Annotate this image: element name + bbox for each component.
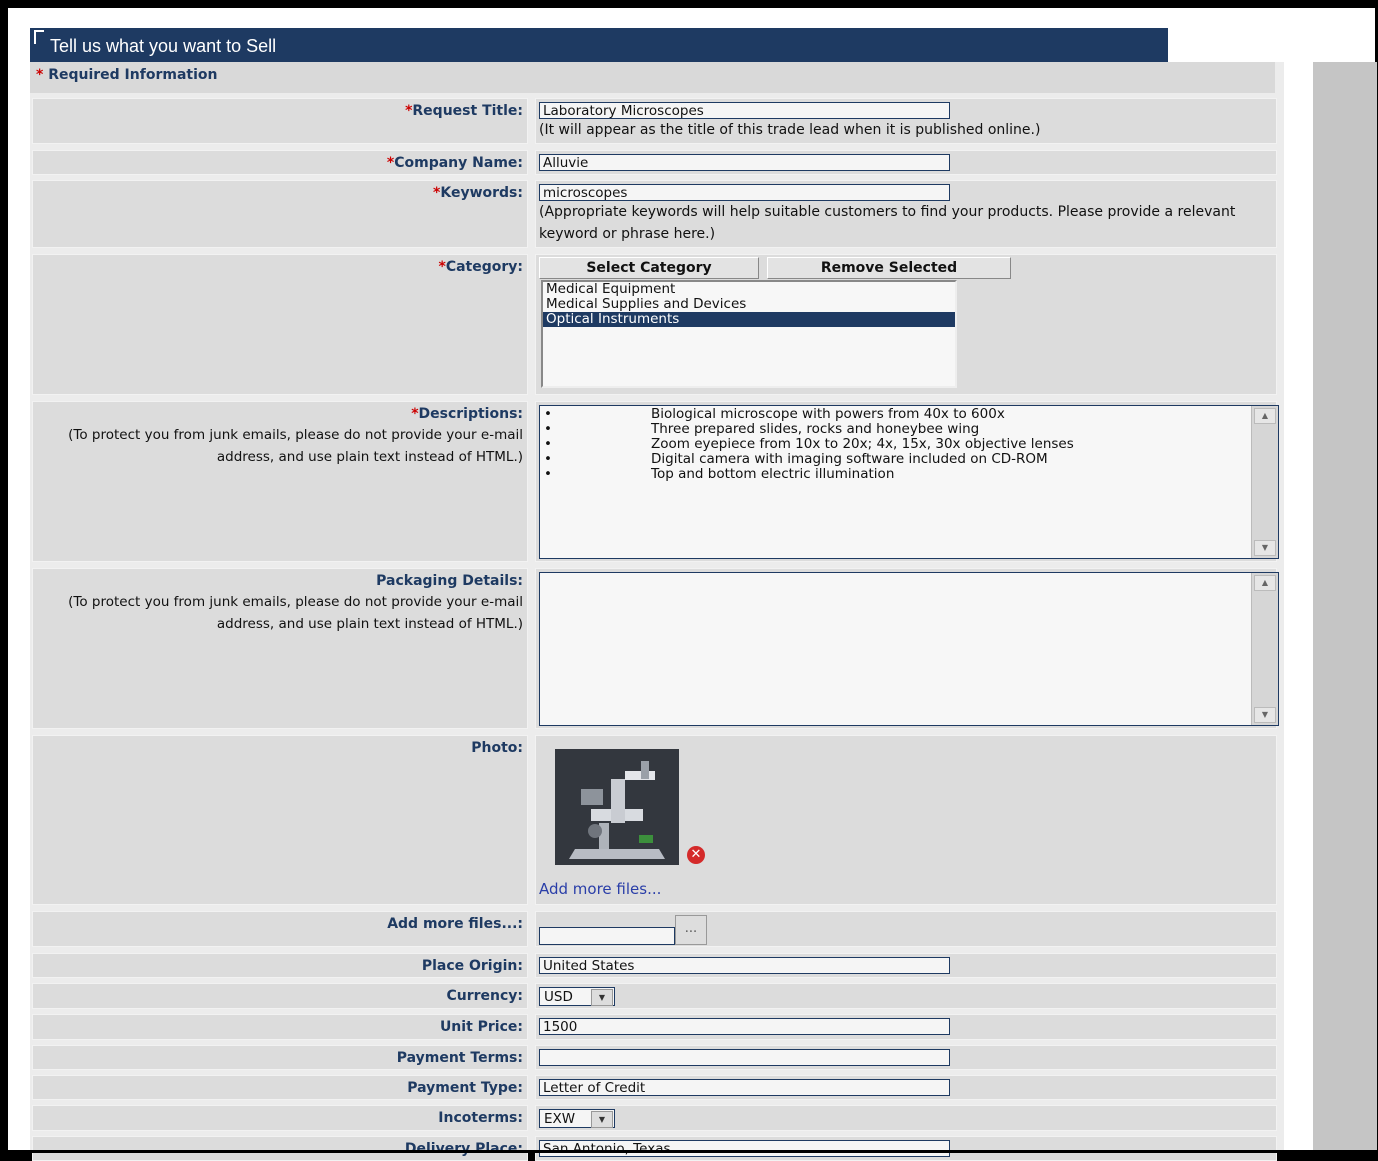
unit-price-input[interactable]: 1500 — [539, 1018, 950, 1035]
request-title-label: *Request Title: — [32, 98, 528, 144]
payment-type-label: Payment Type: — [32, 1075, 528, 1100]
file-path-input[interactable] — [539, 927, 675, 945]
place-origin-cell: United States — [535, 953, 1277, 978]
unit-price-cell: 1500 — [535, 1014, 1277, 1040]
packaging-scrollbar[interactable]: ▲ ▼ — [1251, 573, 1278, 725]
right-gutter — [1313, 62, 1377, 1152]
descriptions-note: (To protect you from junk emails, please… — [68, 427, 523, 465]
category-option[interactable]: Medical Supplies and Devices — [543, 297, 955, 312]
category-option-selected[interactable]: Optical Instruments — [543, 312, 955, 327]
company-name-label: *Company Name: — [32, 150, 528, 175]
packaging-note: (To protect you from junk emails, please… — [68, 594, 523, 632]
required-info-note: * Required Information — [30, 62, 1275, 93]
delivery-place-label: Delivery Place: — [32, 1136, 528, 1161]
sell-form: * Required Information *Request Title: L… — [30, 62, 1284, 1161]
microscope-photo — [555, 749, 679, 865]
keywords-input[interactable]: microscopes — [539, 184, 950, 201]
descriptions-label: *Descriptions: (To protect you from junk… — [32, 401, 528, 562]
unit-price-label: Unit Price: — [32, 1014, 528, 1040]
company-name-cell: Alluvie — [535, 150, 1277, 175]
browse-button[interactable]: ... — [675, 915, 707, 945]
descriptions-cell: • Biological microscope with powers from … — [535, 401, 1279, 562]
currency-label: Currency: — [32, 983, 528, 1009]
category-cell: Select Category Remove Selected Medical … — [535, 254, 1277, 395]
place-origin-input[interactable]: United States — [539, 957, 950, 974]
header-corner-decoration — [34, 30, 44, 44]
photo-cell: ✕ Add more files... — [535, 735, 1277, 905]
description-line: • Top and bottom electric illumination — [544, 466, 895, 482]
form-header: Tell us what you want to Sell — [30, 28, 1168, 63]
place-origin-label: Place Origin: — [32, 953, 528, 978]
scroll-down-arrow-icon[interactable]: ▼ — [1254, 540, 1276, 556]
description-line: • Digital camera with imaging software in… — [544, 451, 1048, 467]
keywords-cell: microscopes (Appropriate keywords will h… — [535, 180, 1277, 248]
request-title-cell: Laboratory Microscopes (It will appear a… — [535, 98, 1277, 144]
remove-selected-button[interactable]: Remove Selected — [767, 257, 1011, 279]
add-files-cell: ... — [535, 911, 1277, 947]
payment-type-input[interactable]: Letter of Credit — [539, 1079, 950, 1096]
descriptions-scrollbar[interactable]: ▲ ▼ — [1251, 406, 1278, 558]
description-line: • Zoom eyepiece from 10x to 20x; 4x, 15x,… — [544, 436, 1074, 452]
delivery-place-input[interactable]: San Antonio, Texas — [539, 1140, 950, 1157]
add-files-label: Add more files...: — [32, 911, 528, 947]
request-title-input[interactable]: Laboratory Microscopes — [539, 102, 950, 119]
request-title-hint: (It will appear as the title of this tra… — [539, 122, 1041, 138]
category-option[interactable]: Medical Equipment — [543, 282, 955, 297]
delivery-place-cell: San Antonio, Texas — [535, 1136, 1277, 1161]
category-listbox[interactable]: Medical Equipment Medical Supplies and D… — [541, 280, 957, 388]
photo-label: Photo: — [32, 735, 528, 905]
payment-terms-cell — [535, 1045, 1277, 1070]
payment-type-cell: Letter of Credit — [535, 1075, 1277, 1100]
incoterms-label: Incoterms: — [32, 1105, 528, 1131]
payment-terms-label: Payment Terms: — [32, 1045, 528, 1070]
packaging-label: Packaging Details: (To protect you from … — [32, 568, 528, 729]
scroll-up-arrow-icon[interactable]: ▲ — [1254, 408, 1276, 424]
add-more-files-link[interactable]: Add more files... — [539, 880, 661, 898]
currency-select[interactable]: USD ▼ — [539, 987, 615, 1006]
keywords-label: *Keywords: — [32, 180, 528, 248]
keywords-hint: (Appropriate keywords will help suitable… — [539, 204, 1236, 242]
description-line: • Biological microscope with powers from … — [544, 406, 1005, 422]
incoterms-select[interactable]: EXW ▼ — [539, 1109, 615, 1128]
incoterms-cell: EXW ▼ — [535, 1105, 1277, 1131]
packaging-textarea[interactable]: ▲ ▼ — [539, 572, 1279, 726]
payment-terms-input[interactable] — [539, 1049, 950, 1066]
category-label: *Category: — [32, 254, 528, 395]
dropdown-arrow-icon[interactable]: ▼ — [591, 1111, 613, 1128]
select-category-button[interactable]: Select Category — [539, 257, 759, 279]
dropdown-arrow-icon[interactable]: ▼ — [591, 989, 613, 1006]
remove-photo-icon[interactable]: ✕ — [687, 846, 705, 864]
scroll-down-arrow-icon[interactable]: ▼ — [1254, 707, 1276, 723]
scroll-up-arrow-icon[interactable]: ▲ — [1254, 575, 1276, 591]
packaging-cell: ▲ ▼ — [535, 568, 1279, 729]
descriptions-textarea[interactable]: • Biological microscope with powers from … — [539, 405, 1279, 559]
form-title: Tell us what you want to Sell — [50, 36, 277, 56]
description-line: • Three prepared slides, rocks and honeyb… — [544, 421, 980, 437]
company-name-input[interactable]: Alluvie — [539, 154, 950, 171]
currency-cell: USD ▼ — [535, 983, 1277, 1009]
